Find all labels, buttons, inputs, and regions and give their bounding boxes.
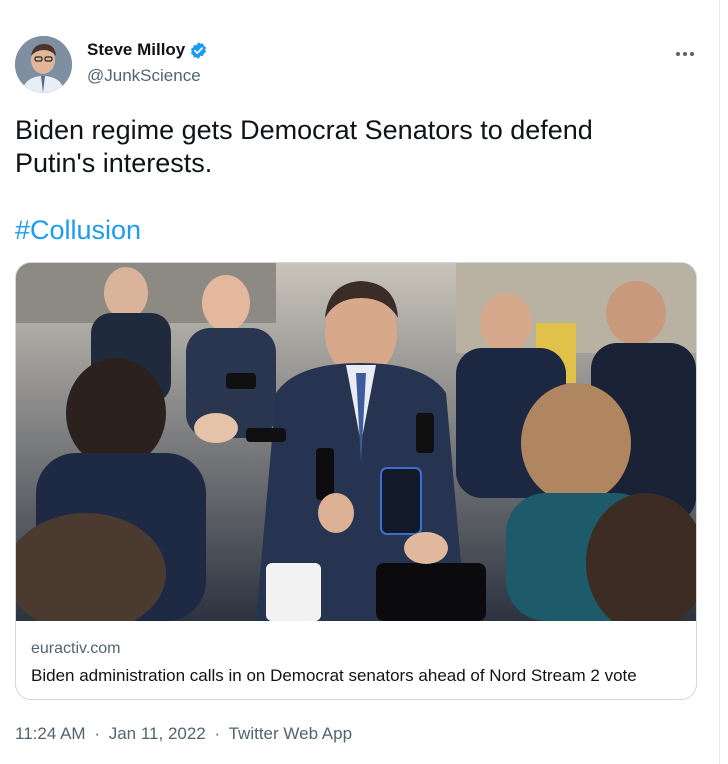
more-dot	[676, 52, 680, 56]
author-name-row[interactable]: Steve Milloy	[87, 40, 208, 60]
tweet-text: Biden regime gets Democrat Senators to d…	[15, 115, 593, 178]
more-dot	[690, 52, 694, 56]
more-dot	[683, 52, 687, 56]
meta-separator: ·	[94, 724, 100, 743]
frame-border	[719, 0, 720, 764]
tweet: Steve Milloy @JunkScience Biden regime g…	[0, 0, 720, 764]
tweet-source[interactable]: Twitter Web App	[229, 724, 352, 743]
meta-separator: ·	[214, 724, 221, 743]
tweet-time[interactable]: 11:24 AM	[15, 724, 86, 743]
link-card[interactable]: euractiv.com Biden administration calls …	[15, 262, 697, 700]
tweet-date[interactable]: Jan 11, 2022	[109, 724, 206, 743]
tweet-meta: 11:24 AM · Jan 11, 2022 · Twitter Web Ap…	[15, 724, 352, 744]
author-handle[interactable]: @JunkScience	[87, 66, 201, 86]
link-card-image[interactable]	[16, 263, 696, 621]
more-options-icon[interactable]	[672, 44, 698, 64]
author-display-name[interactable]: Steve Milloy	[87, 40, 185, 60]
link-card-title[interactable]: Biden administration calls in on Democra…	[31, 666, 637, 686]
hashtag-link[interactable]: #Collusion	[15, 215, 141, 246]
avatar[interactable]	[15, 36, 72, 93]
link-card-domain: euractiv.com	[31, 640, 121, 657]
verified-badge-icon	[189, 41, 208, 60]
